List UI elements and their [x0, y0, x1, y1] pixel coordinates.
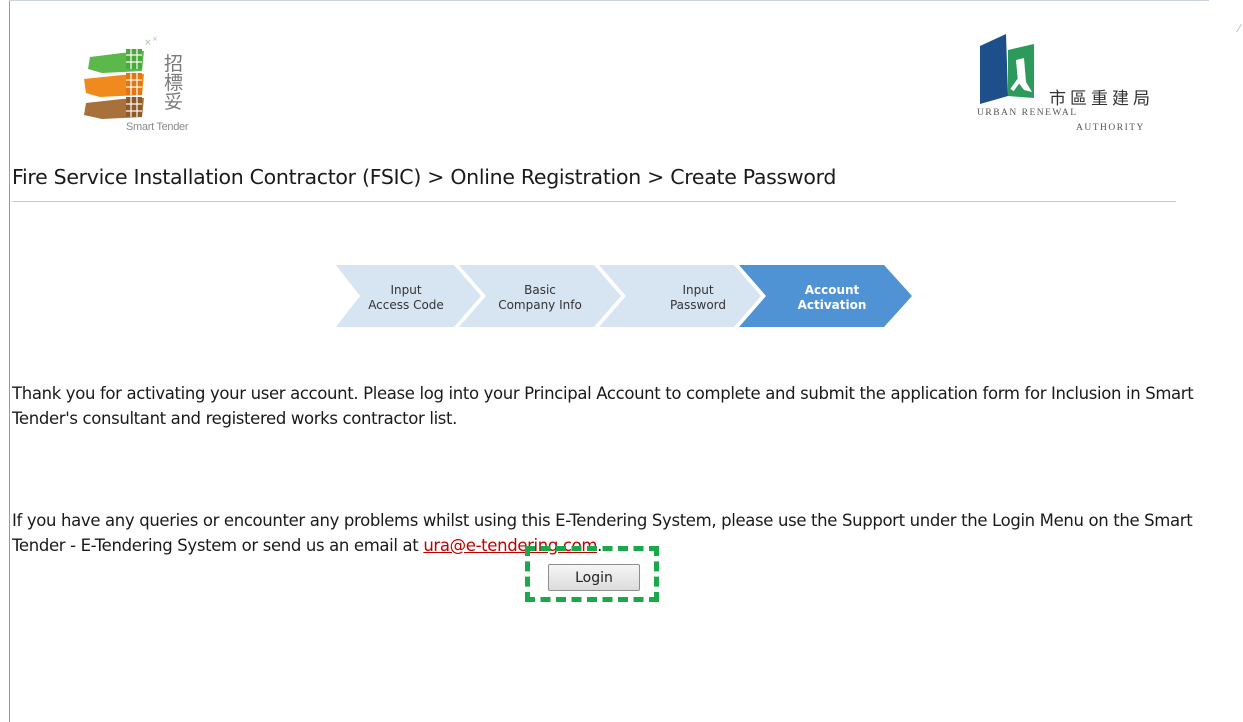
step-3-line1: Input	[682, 283, 714, 297]
step-1-line1: Input	[390, 283, 422, 297]
ura-chinese-name: 市區重建局	[1049, 89, 1154, 109]
smart-tender-chinese-name: 招標妥	[164, 53, 184, 113]
scrollbar-arrow-icon[interactable]: ⁄	[1238, 22, 1240, 35]
svg-text:×: ×	[152, 35, 158, 43]
step-2-line2: Company Info	[498, 298, 582, 312]
step-input-access-code: Input Access Code	[351, 283, 461, 313]
header-divider	[12, 201, 1176, 202]
step-basic-company-info: Basic Company Info	[485, 283, 595, 313]
ura-english-name-line2: AUTHORITY	[1076, 123, 1145, 133]
step-4-line1: Account	[804, 283, 860, 297]
breadcrumb: Fire Service Installation Contractor (FS…	[12, 165, 837, 189]
step-3-line2: Password	[669, 298, 727, 312]
step-4-line2: Activation	[797, 298, 867, 312]
step-input-password: Input Password	[643, 283, 753, 313]
smart-tender-caption: Smart Tender	[126, 121, 189, 133]
svg-text:×: ×	[144, 38, 152, 48]
step-account-activation: Account Activation	[777, 283, 887, 313]
registration-stepper: Input Access Code Basic Company Info Inp…	[336, 265, 916, 327]
login-button[interactable]: Login	[548, 564, 640, 591]
step-1-line2: Access Code	[368, 298, 444, 312]
window-top-border	[9, 0, 1209, 1]
window-left-border	[9, 0, 10, 722]
activation-message: Thank you for activating your user accou…	[12, 384, 1194, 428]
step-2-line1: Basic	[524, 283, 556, 297]
ura-english-name-line1: URBAN RENEWAL	[977, 108, 1078, 118]
